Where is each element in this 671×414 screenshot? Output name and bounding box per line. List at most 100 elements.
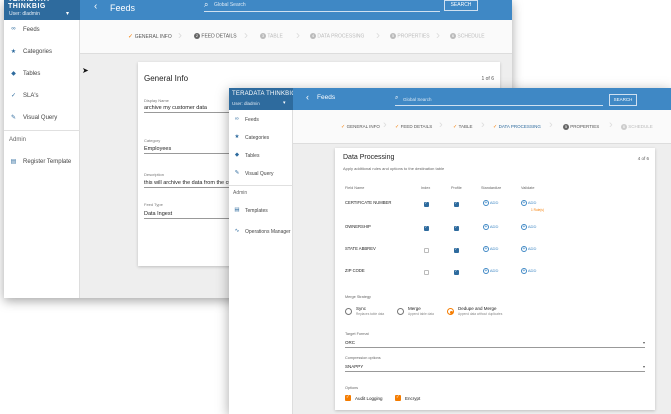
radio-sublabel: Replaces table data [356,312,385,316]
standardize-add-button[interactable]: + ADD [483,224,498,230]
sidebar-item-label: Categories [245,135,270,141]
add-label: ADD [489,200,499,206]
search-input[interactable]: ⌕ Global Search [204,0,440,12]
validate-add-button[interactable]: + ADD [521,200,536,206]
step-schedule[interactable]: 6 SCHEDULE [621,124,653,130]
step-table[interactable]: 3 TABLE [260,33,283,39]
column-header: Field Name [345,186,365,190]
index-checkbox[interactable] [424,224,429,231]
field-label: Display Name [144,98,169,103]
back-sidebar: ∞ Feeds ★ Categories ◆ Tables ✓ SLA's ✎ … [4,20,80,298]
profile-checkbox[interactable] [454,246,459,253]
step-feed-details[interactable]: ✓ FEED DETAILS [395,124,432,130]
database-icon: ◆ [11,71,16,77]
sidebar-item-feeds[interactable]: ∞ Feeds [229,116,293,127]
user-label[interactable]: User: dladmin [232,101,260,106]
sidebar-item-templates[interactable]: ▤ Templates [229,207,293,218]
page-title: Feeds [110,3,136,13]
user-menu-caret-icon[interactable]: ▾ [66,10,69,17]
step-properties[interactable]: 5 PROPERTIES [563,124,599,130]
field-label: Description [144,172,165,177]
chevron-right-icon: › [376,28,380,42]
add-label: ADD [527,246,537,252]
step-label: GENERAL INFO [134,34,172,40]
field-name: CERTIFICATE NUMBER [345,200,392,205]
profile-checkbox[interactable] [454,268,459,275]
target-format-select[interactable]: ORC ▾ [345,340,645,348]
search-placeholder: Global Search [214,2,246,8]
column-header: Validate [521,186,535,190]
sidebar-item-label: Visual Query [23,115,58,121]
field-label: Feed Type [144,202,163,207]
sidebar-item-visual-query[interactable]: ✎ Visual Query [4,114,80,126]
sidebar-item-categories[interactable]: ★ Categories [4,48,80,60]
options-label: Options [345,386,359,390]
step-schedule[interactable]: 6 SCHEDULE [450,33,485,39]
back-arrow-icon[interactable]: ‹ [306,92,309,102]
sidebar-item-slas[interactable]: ✓ SLA's [4,92,80,104]
star-icon: ★ [234,134,240,140]
back-header: ‹ Feeds ⌕ Global Search SEARCH [80,0,512,20]
sidebar-item-register-template[interactable]: ▤ Register Template [4,158,80,170]
step-label: FEED DETAILS [201,33,237,40]
sidebar-item-tables[interactable]: ◆ Tables [229,152,293,163]
step-label: DATA PROCESSING [498,124,541,129]
add-label: ADD [489,224,499,230]
index-checkbox[interactable] [424,200,429,207]
brand-logo: TERADATA THINKBIG [232,91,297,97]
sidebar-item-feeds[interactable]: ∞ Feeds [4,26,80,38]
user-menu-caret-icon[interactable]: ▾ [283,100,286,106]
step-label: SCHEDULE [628,124,653,130]
sidebar-divider [229,185,293,186]
sla-icon: ✓ [10,93,17,99]
encrypt-checkbox[interactable] [395,394,401,401]
sidebar-item-label: Categories [23,49,53,55]
field-name: STATE ABBREV [345,246,376,251]
mouse-cursor-icon: ➤ [82,66,89,75]
rule-count: 1 Rule(s) [531,208,544,212]
step-feed-details[interactable]: 2 FEED DETAILS [194,33,237,39]
step-label: GENERAL INFO [346,124,380,129]
step-general-info[interactable]: ✓ GENERAL INFO [128,33,172,40]
step-properties[interactable]: 5 PROPERTIES [390,33,430,39]
search-button[interactable]: SEARCH [609,94,637,106]
search-input[interactable]: ⌕ Global Search [395,95,603,106]
front-header: ‹ Feeds ⌕ Global Search SEARCH [293,88,671,110]
check-icon: ✓ [128,34,135,40]
merge-radio-sync[interactable] [345,308,352,315]
compression-select[interactable]: SNAPPY ▾ [345,364,645,372]
profile-checkbox[interactable] [454,224,459,231]
step-data-processing[interactable]: ✓ DATA PROCESSING [493,124,541,130]
validate-add-button[interactable]: + ADD [521,246,536,252]
field-name: ZIP CODE [345,268,365,273]
audit-logging-checkbox[interactable] [345,394,351,401]
standardize-add-button[interactable]: + ADD [483,246,498,252]
validate-add-button[interactable]: + ADD [521,224,536,230]
plus-icon: + [521,200,527,206]
search-button[interactable]: SEARCH [444,0,478,11]
step-number: 6 [621,124,627,130]
index-checkbox[interactable] [424,248,429,253]
merge-radio-merge[interactable] [397,308,404,315]
standardize-add-button[interactable]: + ADD [483,200,498,206]
validate-add-button[interactable]: + ADD [521,268,536,274]
index-checkbox[interactable] [424,270,429,275]
merge-radio-dedupe[interactable] [447,308,454,315]
step-table[interactable]: ✓ TABLE [453,124,473,130]
step-general-info[interactable]: ✓ GENERAL INFO [341,124,380,130]
pencil-icon: ✎ [10,115,17,121]
sidebar-item-visual-query[interactable]: ✎ Visual Query [229,170,293,181]
chevron-right-icon: › [549,119,553,131]
front-stepper: ✓ GENERAL INFO › ✓ FEED DETAILS › ✓ TABL… [293,110,671,144]
profile-checkbox[interactable] [454,200,459,207]
front-window: TERADATA THINKBIG User: dladmin ▾ ‹ Feed… [229,88,671,414]
sidebar-item-tables[interactable]: ◆ Tables [4,70,80,82]
back-arrow-icon[interactable]: ‹ [94,1,97,12]
chevron-right-icon: › [383,119,387,131]
standardize-add-button[interactable]: + ADD [483,268,498,274]
column-header: Index [421,186,431,190]
sidebar-item-categories[interactable]: ★ Categories [229,134,293,145]
sidebar-item-operations-manager[interactable]: ∿ Operations Manager [229,228,293,239]
step-data-processing[interactable]: 4 DATA PROCESSING [310,33,364,39]
user-label[interactable]: User: dladmin [9,11,40,17]
